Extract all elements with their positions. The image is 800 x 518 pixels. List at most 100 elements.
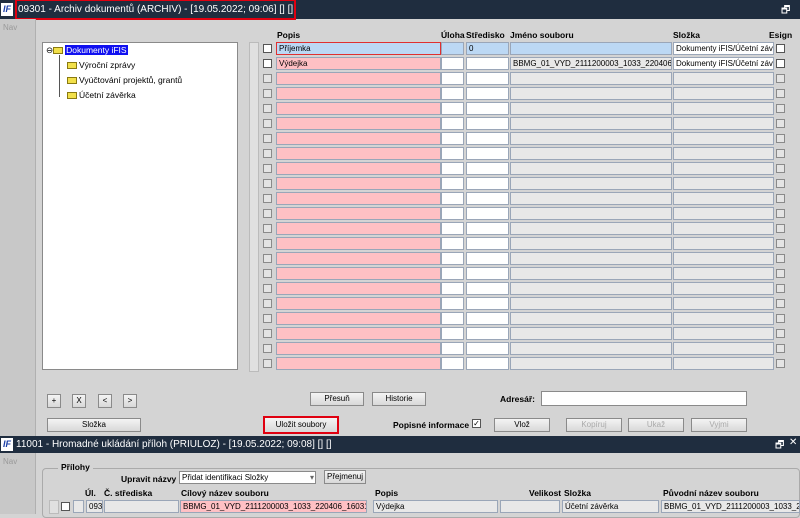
ulozit-soubory-button[interactable]: Uložit soubory bbox=[263, 416, 339, 434]
cell-jmeno[interactable] bbox=[510, 357, 672, 370]
cell-stredisko[interactable] bbox=[466, 207, 509, 220]
cell-uloha[interactable] bbox=[441, 177, 464, 190]
cell-slozka[interactable] bbox=[673, 282, 774, 295]
cell-jmeno[interactable] bbox=[510, 162, 672, 175]
delete-button[interactable]: X bbox=[72, 394, 86, 408]
cell-popis[interactable] bbox=[276, 222, 441, 235]
cell-jmeno[interactable] bbox=[510, 237, 672, 250]
cell-popis[interactable] bbox=[276, 237, 441, 250]
cell-popis[interactable] bbox=[276, 312, 441, 325]
row-select-cell[interactable] bbox=[73, 500, 84, 513]
cell-stredisko[interactable] bbox=[466, 327, 509, 340]
cell-slozka[interactable] bbox=[673, 207, 774, 220]
close-icon[interactable]: ✕ bbox=[789, 437, 797, 448]
cell-stredisko[interactable] bbox=[466, 312, 509, 325]
tree-item[interactable]: Účetní závěrka bbox=[67, 90, 136, 100]
row-checkbox[interactable] bbox=[263, 119, 272, 128]
cell-stredisko[interactable] bbox=[466, 357, 509, 370]
esign-checkbox[interactable] bbox=[776, 89, 785, 98]
cell-jmeno[interactable] bbox=[510, 342, 672, 355]
cell-uloha[interactable] bbox=[441, 72, 464, 85]
cell-jmeno[interactable] bbox=[510, 102, 672, 115]
tree-item[interactable]: Výroční zprávy bbox=[67, 60, 135, 70]
cell-stredisko[interactable] bbox=[466, 237, 509, 250]
cell-popis[interactable]: Výdejka bbox=[373, 500, 498, 513]
cell-stredisko[interactable] bbox=[466, 267, 509, 280]
restore-icon[interactable]: 🗗 bbox=[781, 3, 790, 20]
esign-checkbox[interactable] bbox=[776, 44, 785, 53]
cell-slozka[interactable] bbox=[673, 342, 774, 355]
adresar-input[interactable] bbox=[541, 391, 747, 406]
cell-popis[interactable] bbox=[276, 117, 441, 130]
restore-icon[interactable]: 🗗 bbox=[775, 438, 784, 455]
esign-checkbox[interactable] bbox=[776, 134, 785, 143]
esign-checkbox[interactable] bbox=[776, 179, 785, 188]
row-checkbox[interactable] bbox=[61, 502, 70, 511]
esign-checkbox[interactable] bbox=[776, 359, 785, 368]
cell-slozka[interactable] bbox=[673, 72, 774, 85]
folder-tree[interactable]: ⊖ Dokumenty iFIS Výroční zprávy Vyúčtován… bbox=[42, 42, 238, 370]
cell-stredisko[interactable] bbox=[466, 147, 509, 160]
esign-checkbox[interactable] bbox=[776, 149, 785, 158]
cell-stredisko[interactable] bbox=[466, 72, 509, 85]
cell-popis[interactable] bbox=[276, 132, 441, 145]
cell-popis[interactable] bbox=[276, 327, 441, 340]
cell-popis[interactable] bbox=[276, 297, 441, 310]
cell-uloha[interactable] bbox=[441, 237, 464, 250]
cell-stredisko[interactable] bbox=[466, 162, 509, 175]
cell-stredisko[interactable] bbox=[466, 282, 509, 295]
cell-jmeno[interactable] bbox=[510, 297, 672, 310]
cell-stredisko[interactable] bbox=[466, 177, 509, 190]
cell-popis[interactable] bbox=[276, 342, 441, 355]
row-checkbox[interactable] bbox=[263, 329, 272, 338]
esign-checkbox[interactable] bbox=[776, 269, 785, 278]
cell-uloha[interactable] bbox=[441, 207, 464, 220]
esign-checkbox[interactable] bbox=[776, 224, 785, 233]
vyjmi-button[interactable]: Vyjmi bbox=[691, 418, 747, 432]
esign-checkbox[interactable] bbox=[776, 284, 785, 293]
cell-stredisko[interactable] bbox=[104, 500, 179, 513]
cell-uloha[interactable] bbox=[441, 102, 464, 115]
collapse-icon[interactable]: ⊖ bbox=[46, 45, 53, 55]
cell-stredisko[interactable] bbox=[466, 342, 509, 355]
cell-jmeno[interactable] bbox=[510, 42, 672, 55]
cell-jmeno[interactable] bbox=[510, 222, 672, 235]
cell-stredisko[interactable] bbox=[466, 132, 509, 145]
cell-jmeno[interactable] bbox=[510, 147, 672, 160]
cell-jmeno[interactable] bbox=[510, 327, 672, 340]
esign-checkbox[interactable] bbox=[776, 164, 785, 173]
cell-uloha[interactable] bbox=[441, 162, 464, 175]
cell-slozka[interactable] bbox=[673, 87, 774, 100]
cell-popis[interactable] bbox=[276, 207, 441, 220]
cell-puvodni-nazev[interactable]: BBMG_01_VYD_2111200003_1033_2 bbox=[661, 500, 800, 513]
esign-checkbox[interactable] bbox=[776, 344, 785, 353]
cell-jmeno[interactable] bbox=[510, 117, 672, 130]
kopiruj-button[interactable]: Kopíruj bbox=[566, 418, 622, 432]
cell-popis[interactable] bbox=[276, 102, 441, 115]
esign-checkbox[interactable] bbox=[776, 209, 785, 218]
cell-uloha[interactable] bbox=[441, 342, 464, 355]
cell-ul[interactable]: 093 bbox=[86, 500, 103, 513]
esign-checkbox[interactable] bbox=[776, 299, 785, 308]
scrollbar-2[interactable] bbox=[49, 500, 59, 514]
row-checkbox[interactable] bbox=[263, 59, 272, 68]
cell-uloha[interactable] bbox=[441, 117, 464, 130]
cell-uloha[interactable] bbox=[441, 132, 464, 145]
cell-uloha[interactable] bbox=[441, 312, 464, 325]
tree-item[interactable]: Vyúčtování projektů, grantů bbox=[67, 75, 182, 85]
cell-slozka[interactable] bbox=[673, 312, 774, 325]
cell-popis[interactable] bbox=[276, 282, 441, 295]
row-checkbox[interactable] bbox=[263, 314, 272, 323]
esign-checkbox[interactable] bbox=[776, 329, 785, 338]
row-checkbox[interactable] bbox=[263, 269, 272, 278]
cell-slozka[interactable] bbox=[673, 192, 774, 205]
row-checkbox[interactable] bbox=[263, 134, 272, 143]
row-checkbox[interactable] bbox=[263, 209, 272, 218]
cell-slozka[interactable]: Účetní závěrka bbox=[562, 500, 659, 513]
cell-stredisko[interactable] bbox=[466, 252, 509, 265]
prejmenuj-button[interactable]: Přejmenuj bbox=[324, 470, 366, 484]
row-checkbox[interactable] bbox=[263, 179, 272, 188]
cell-slozka[interactable] bbox=[673, 267, 774, 280]
cell-jmeno[interactable] bbox=[510, 192, 672, 205]
row-checkbox[interactable] bbox=[263, 194, 272, 203]
